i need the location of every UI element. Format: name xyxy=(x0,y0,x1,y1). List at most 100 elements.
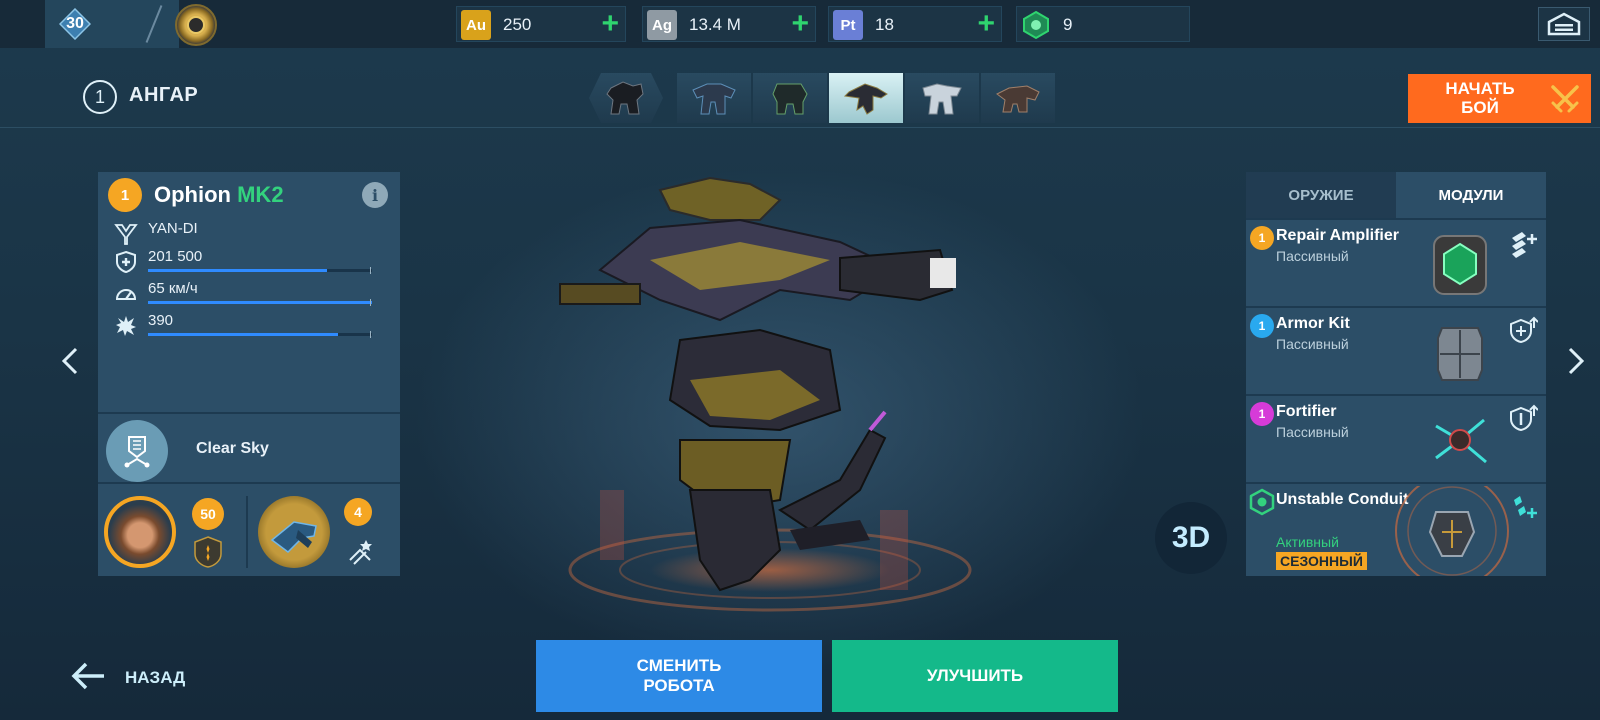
change-robot-line2: РОБОТА xyxy=(643,676,715,695)
robot-tier-badge: 1 xyxy=(108,178,142,212)
module-fortifier[interactable]: 1 Fortifier Пассивный xyxy=(1246,394,1546,482)
module-name: Repair Amplifier xyxy=(1276,227,1399,244)
health-bar-track xyxy=(148,267,372,274)
module-unstable-conduit[interactable]: Unstable Conduit Активный СЕЗОННЫЙ xyxy=(1246,482,1546,576)
damage-burst-icon xyxy=(116,316,136,336)
silver-value: 13.4 M xyxy=(689,15,741,34)
pilot-drone-divider xyxy=(246,496,248,568)
equipment-panel: ОРУЖИЕ МОДУЛИ 1 Repair Amplifier Пассивн… xyxy=(1246,172,1546,576)
tab-weapons[interactable]: ОРУЖИЕ xyxy=(1246,172,1396,218)
player-level-box[interactable]: 30 xyxy=(45,0,217,48)
next-robot-arrow-icon[interactable] xyxy=(1564,345,1588,377)
damage-bar-fill xyxy=(148,333,339,336)
module-tier-badge: 1 xyxy=(1250,314,1274,338)
robot-tab-2[interactable] xyxy=(677,73,751,123)
robot-model[interactable] xyxy=(540,150,1000,620)
top-bar: 30 Au 250 + Ag 13.4 M + Pt 18 + 9 xyxy=(0,0,1600,48)
health-shield-icon xyxy=(116,250,136,274)
robot-name: Ophion MK2 xyxy=(154,182,284,208)
add-silver-button[interactable]: + xyxy=(791,9,809,39)
hangar-number-badge[interactable]: 1 xyxy=(83,80,117,114)
robot-thumbnail-icon xyxy=(922,83,962,115)
robot-thumbnail-icon xyxy=(996,85,1040,113)
start-battle-line1: НАЧАТЬ xyxy=(1445,79,1515,98)
health-stat: 201 500 xyxy=(114,248,394,278)
tab-modules[interactable]: МОДУЛИ xyxy=(1396,172,1546,218)
divider-slash xyxy=(145,5,163,43)
robot-thumbnail-icon xyxy=(843,83,888,115)
equipment-tabs: ОРУЖИЕ МОДУЛИ xyxy=(1246,172,1546,218)
repair-amplifier-icon xyxy=(1433,235,1487,295)
robot-tab-1[interactable] xyxy=(589,73,663,123)
keys-value: 9 xyxy=(1063,15,1073,34)
pilot-level-badge: 50 xyxy=(192,498,224,530)
module-type: Активный xyxy=(1276,534,1339,550)
module-armor-kit[interactable]: 1 Armor Kit Пассивный xyxy=(1246,306,1546,394)
module-repair-amplifier[interactable]: 1 Repair Amplifier Пассивный xyxy=(1246,218,1546,306)
armor-boost-icon xyxy=(1510,316,1538,344)
change-robot-button[interactable]: СМЕНИТЬ РОБОТА xyxy=(536,640,822,712)
player-level: 30 xyxy=(66,15,84,32)
robot-ability-row[interactable]: Clear Sky xyxy=(98,412,400,484)
platinum-value: 18 xyxy=(875,15,894,34)
robot-thumbnail-icon xyxy=(772,83,808,115)
repair-boost-icon xyxy=(1512,232,1537,258)
pilot-rank-icon xyxy=(194,536,222,568)
robot-tab-5[interactable] xyxy=(905,73,979,123)
currency-gold[interactable]: Au 250 + xyxy=(456,6,626,42)
active-module-hex-icon xyxy=(1249,488,1275,516)
damage-stat: 390 xyxy=(114,312,394,342)
pilot-avatar[interactable] xyxy=(104,496,176,568)
currency-keys[interactable]: 9 xyxy=(1016,6,1190,42)
robot-info-panel: 1 Ophion MK2 i YAN-DI 201 500 65 км/ч 39… xyxy=(98,172,400,576)
start-battle-line2: БОЙ xyxy=(1461,98,1499,117)
robot-tab-4[interactable] xyxy=(829,73,903,123)
upgrade-button[interactable]: УЛУЧШИТЬ xyxy=(832,640,1118,712)
robot-name-text: Ophion xyxy=(154,182,231,207)
health-value: 201 500 xyxy=(148,248,203,265)
sprint-boost-icon xyxy=(1514,496,1537,518)
manufacturer-name: YAN-DI xyxy=(148,220,198,237)
silver-icon: Ag xyxy=(647,10,677,40)
unstable-conduit-icon xyxy=(1395,486,1509,576)
drone-level-badge: 4 xyxy=(344,498,372,526)
drone-ability-icon xyxy=(349,540,372,565)
start-battle-label: НАЧАТЬ БОЙ xyxy=(1430,79,1530,117)
back-button-label[interactable]: НАЗАД xyxy=(125,668,185,688)
currency-silver[interactable]: Ag 13.4 M + xyxy=(642,6,816,42)
info-icon[interactable]: i xyxy=(362,182,388,208)
seasonal-tag: СЕЗОННЫЙ xyxy=(1276,552,1367,570)
platinum-icon: Pt xyxy=(833,10,863,40)
robot-tab-6[interactable] xyxy=(981,73,1055,123)
ability-icon xyxy=(106,420,168,482)
back-arrow-icon[interactable] xyxy=(70,660,106,692)
add-platinum-button[interactable]: + xyxy=(977,9,995,39)
robot-mark: MK2 xyxy=(237,182,284,207)
league-badge-icon[interactable] xyxy=(175,4,217,46)
ability-name: Clear Sky xyxy=(196,440,269,457)
module-name: Armor Kit xyxy=(1276,315,1350,332)
manufacturer-row: YAN-DI xyxy=(114,220,394,250)
module-type: Пассивный xyxy=(1276,248,1349,264)
garage-menu-icon[interactable] xyxy=(1538,7,1590,41)
module-name: Fortifier xyxy=(1276,403,1337,420)
change-robot-label: СМЕНИТЬ РОБОТА xyxy=(637,656,722,696)
view-3d-button[interactable]: 3D xyxy=(1155,502,1227,574)
change-robot-line1: СМЕНИТЬ xyxy=(636,656,722,675)
speed-stat: 65 км/ч xyxy=(114,280,394,310)
speed-bar-track xyxy=(148,299,372,306)
start-battle-button[interactable]: НАЧАТЬ БОЙ xyxy=(1408,74,1591,123)
hangar-title[interactable]: АНГАР xyxy=(129,84,198,107)
pilot-drone-section: 50 4 xyxy=(98,486,400,576)
previous-robot-arrow-icon[interactable] xyxy=(58,345,82,377)
currency-platinum[interactable]: Pt 18 + xyxy=(828,6,1002,42)
fortify-boost-icon xyxy=(1510,404,1538,432)
robot-tab-3[interactable] xyxy=(753,73,827,123)
key-token-icon xyxy=(1023,10,1049,40)
speedometer-icon xyxy=(115,289,137,300)
damage-value: 390 xyxy=(148,312,174,329)
drone-avatar[interactable] xyxy=(258,496,330,568)
health-bar-fill xyxy=(148,269,328,272)
add-gold-button[interactable]: + xyxy=(601,9,619,39)
manufacturer-logo-icon xyxy=(114,224,138,245)
